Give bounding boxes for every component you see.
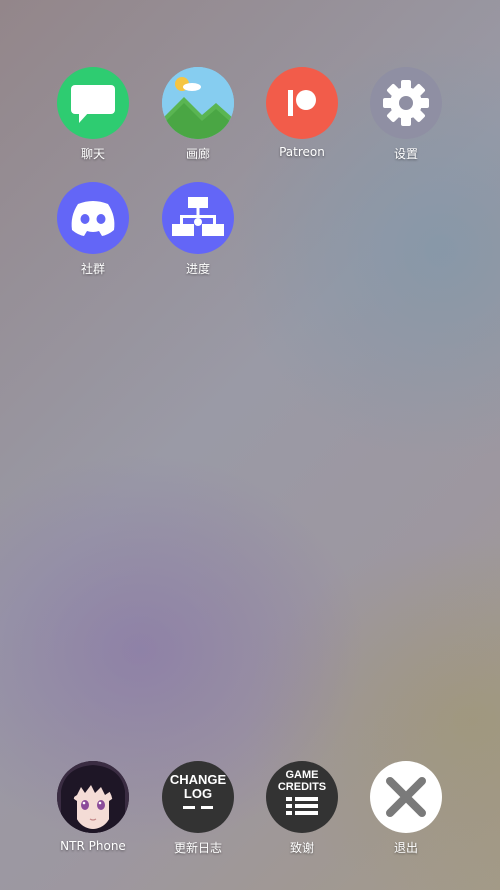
flowchart-icon	[162, 182, 234, 254]
patreon-icon	[266, 67, 338, 139]
changelog-icon: CHANGE LOG	[162, 761, 234, 833]
app-label-credits: 致谢	[289, 841, 314, 855]
dash-icon	[183, 806, 213, 810]
app-label-patreon: Patreon	[279, 145, 325, 159]
discord-icon	[57, 182, 129, 254]
chat-bubble-icon	[57, 67, 129, 139]
app-gallery[interactable]: 画廊	[153, 67, 243, 162]
credits-icon-text: GAME CREDITS	[277, 769, 327, 822]
app-label-ntr-phone: NTR Phone	[60, 839, 126, 853]
changelog-icon-line1: CHANGE	[169, 771, 227, 787]
app-label-chat: 聊天	[80, 147, 105, 161]
app-settings[interactable]: 设置	[361, 67, 451, 162]
app-community[interactable]: 社群	[48, 182, 138, 277]
changelog-icon-line2: LOG	[183, 785, 213, 801]
credits-icon-line1: GAME	[285, 769, 319, 782]
app-label-exit: 退出	[393, 841, 418, 855]
app-chat[interactable]: 聊天	[48, 67, 138, 162]
app-label-gallery: 画廊	[185, 147, 210, 161]
credits-icon-line2: CREDITS	[277, 780, 327, 793]
close-icon	[370, 761, 442, 833]
app-credits[interactable]: GAME CREDITS 致谢	[257, 761, 347, 856]
app-label-progress: 进度	[185, 262, 210, 276]
character-avatar-icon	[57, 761, 129, 833]
app-patreon[interactable]: Patreon	[257, 67, 347, 159]
changelog-icon-text: CHANGE LOG	[170, 773, 226, 817]
app-exit[interactable]: 退出	[361, 761, 451, 856]
gear-icon	[370, 67, 442, 139]
app-label-settings: 设置	[393, 147, 418, 161]
app-label-changelog: 更新日志	[173, 841, 222, 855]
list-icon	[286, 797, 318, 816]
app-ntr-phone[interactable]: NTR Phone	[48, 761, 138, 853]
app-label-community: 社群	[80, 262, 105, 276]
credits-icon: GAME CREDITS	[266, 761, 338, 833]
landscape-icon	[162, 67, 234, 139]
app-changelog[interactable]: CHANGE LOG 更新日志	[153, 761, 243, 856]
home-screen: 聊天 画廊 Patreon 设置 社群 进度 NTR Phone CHANGE …	[0, 0, 500, 890]
app-progress[interactable]: 进度	[153, 182, 243, 277]
